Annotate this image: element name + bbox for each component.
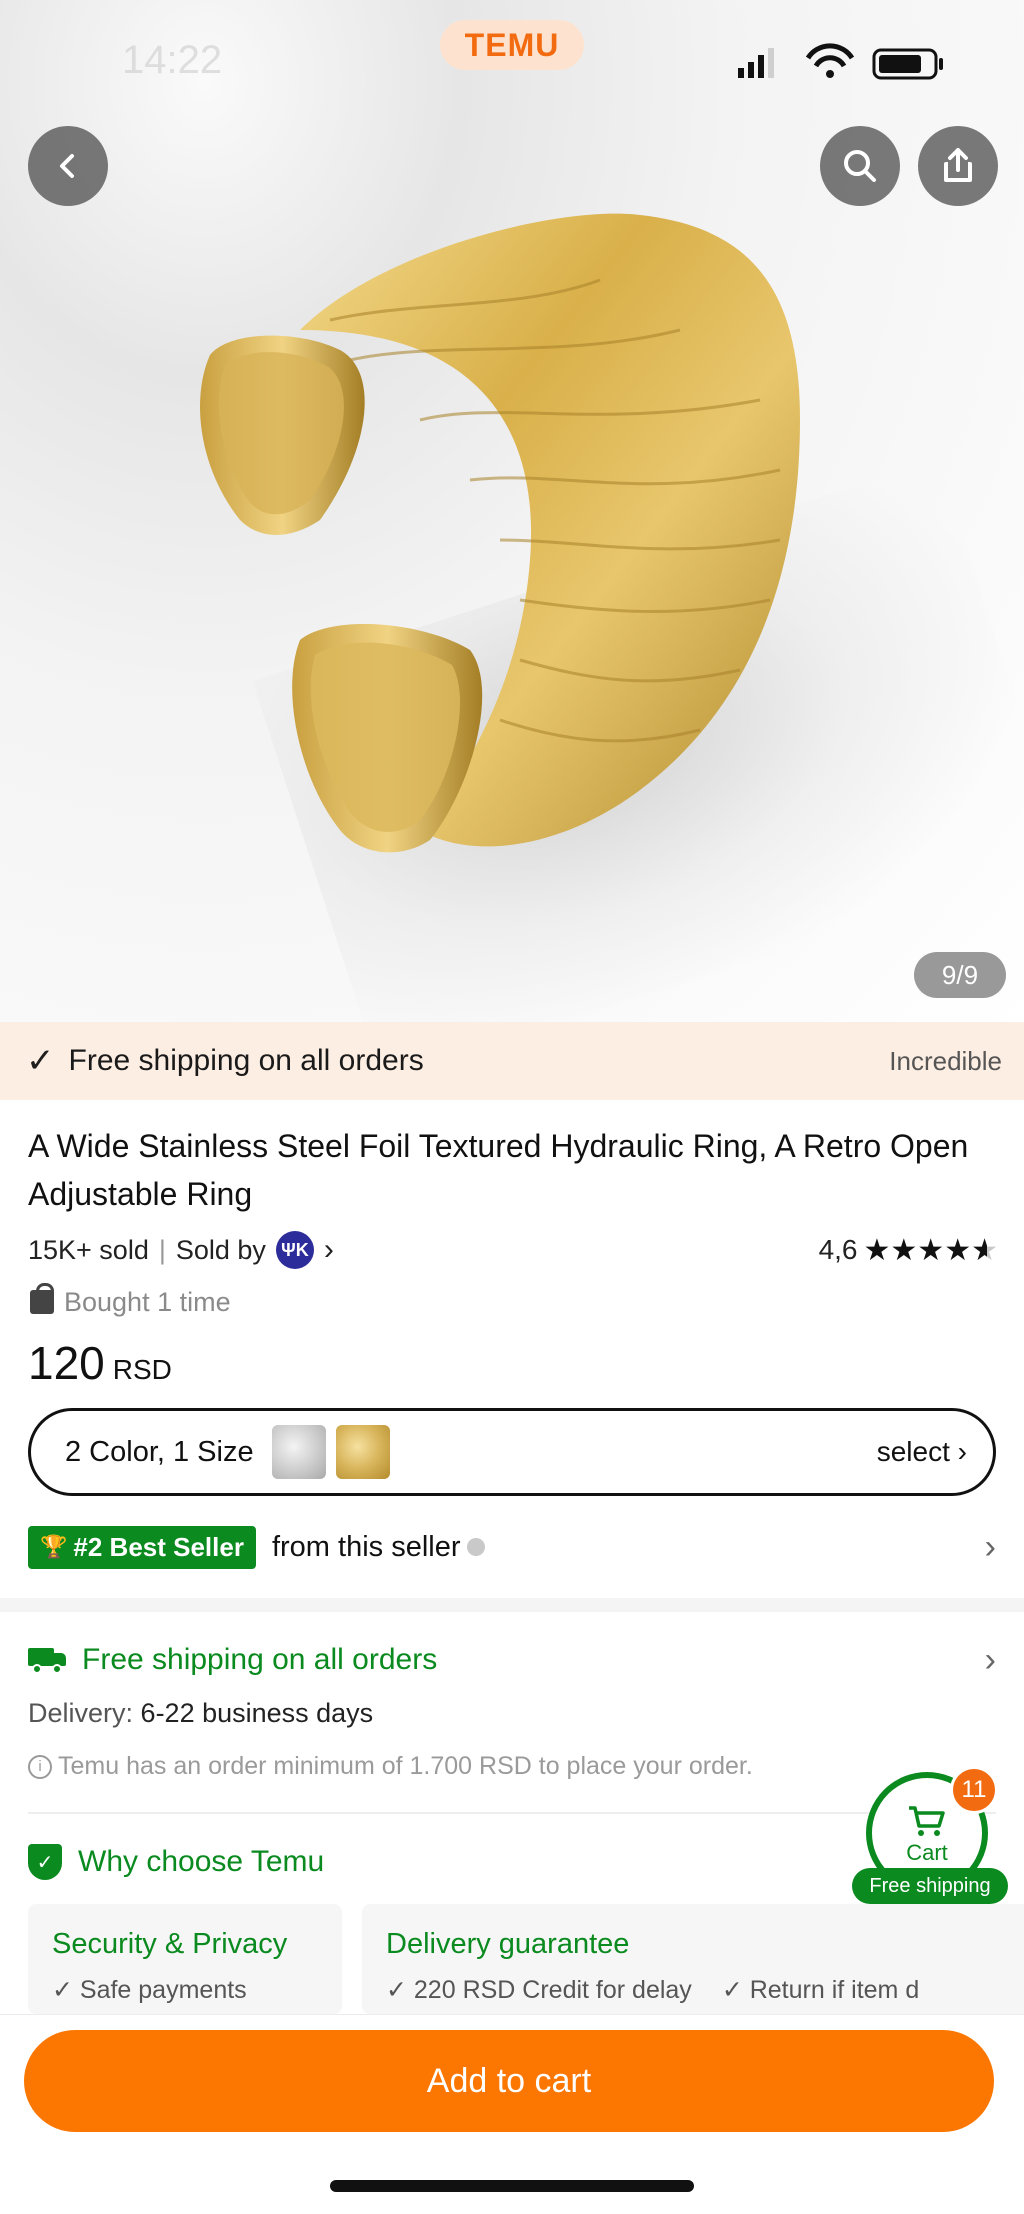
best-seller-badge: 🏆 #2 Best Seller bbox=[28, 1525, 256, 1569]
seller-avatar: ΨΚ bbox=[275, 1231, 314, 1269]
search-icon bbox=[844, 150, 876, 182]
card-item: ✓ 220 RSD Credit for delay ✓ Return if it… bbox=[386, 1976, 920, 2004]
temu-brand-pill: TEMU bbox=[440, 20, 584, 70]
delivery-value: 6-22 business days bbox=[140, 1698, 374, 1728]
gallery-counter: 9/9 bbox=[914, 952, 1006, 998]
free-shipping-banner: ✓ Free shipping on all orders Incredible bbox=[0, 1022, 1024, 1100]
from-seller-text: from this seller bbox=[271, 1530, 461, 1563]
search-button[interactable] bbox=[820, 126, 900, 206]
bestseller-row[interactable]: 🏆 #2 Best Seller from this seller › bbox=[28, 1524, 996, 1570]
info-icon: i bbox=[28, 1754, 52, 1779]
product-title: A Wide Stainless Steel Foil Textured Hyd… bbox=[28, 1128, 969, 1212]
chevron-right-icon: › bbox=[323, 1233, 334, 1266]
back-icon bbox=[60, 154, 74, 178]
sold-by-label: Sold by bbox=[175, 1234, 266, 1265]
cart-count-badge: 11 bbox=[950, 1766, 998, 1814]
security-privacy-card[interactable]: Security & Privacy ✓ Safe payments bbox=[28, 1904, 342, 2014]
variant-select-label: select › bbox=[876, 1436, 967, 1467]
rating-stars: ★★★★★ bbox=[863, 1233, 998, 1267]
shipping-title: Free shipping on all orders bbox=[82, 1643, 438, 1676]
section-divider bbox=[0, 1598, 1024, 1612]
bought-text: Bought 1 time bbox=[64, 1286, 231, 1317]
delivery-estimate: Delivery: 6-22 business days bbox=[28, 1698, 373, 1729]
share-icon bbox=[944, 148, 972, 182]
truck-icon bbox=[28, 1646, 68, 1674]
why-choose-title: Why choose Temu bbox=[78, 1845, 325, 1878]
share-button[interactable] bbox=[918, 126, 998, 206]
product-image-gallery[interactable]: 14:22 TEMU 9/9 bbox=[0, 0, 1024, 1022]
divider-line bbox=[28, 1812, 996, 1814]
shipping-banner-text: Free shipping on all orders bbox=[68, 1044, 424, 1077]
half-star-icon: ★ bbox=[971, 1233, 998, 1267]
rating-value: 4,6 bbox=[818, 1234, 858, 1265]
card-item: ✓ Safe payments bbox=[52, 1976, 247, 2004]
variant-selector[interactable]: 2 Color, 1 Size select › bbox=[28, 1408, 996, 1496]
info-icon[interactable] bbox=[466, 1538, 485, 1556]
shipping-info-row[interactable]: Free shipping on all orders › bbox=[28, 1636, 996, 1684]
home-indicator bbox=[330, 2180, 694, 2192]
product-price: 120 RSD bbox=[28, 1336, 172, 1390]
sold-count: 15K+ sold bbox=[28, 1234, 149, 1265]
trophy-icon: 🏆 bbox=[40, 1534, 68, 1559]
add-to-cart-button[interactable]: Add to cart bbox=[24, 2030, 994, 2132]
order-minimum-text: Temu has an order minimum of 1.700 RSD t… bbox=[58, 1752, 753, 1780]
delivery-guarantee-card[interactable]: Delivery guarantee ✓ 220 RSD Credit for … bbox=[362, 1904, 1024, 2014]
variant-summary: 2 Color, 1 Size bbox=[65, 1435, 254, 1468]
card-heading: Delivery guarantee bbox=[386, 1928, 630, 1960]
best-seller-label: #2 Best Seller bbox=[73, 1531, 244, 1562]
price-amount: 120 bbox=[28, 1337, 105, 1389]
status-time: 14:22 bbox=[122, 38, 223, 82]
shield-icon: ✓ bbox=[28, 1844, 62, 1880]
cart-label: Cart bbox=[906, 1840, 948, 1865]
delivery-label: Delivery: bbox=[28, 1698, 134, 1728]
cart-icon bbox=[909, 1806, 945, 1836]
banner-tag: Incredible bbox=[889, 1045, 1002, 1076]
status-icons bbox=[738, 43, 943, 80]
back-button[interactable] bbox=[28, 126, 108, 206]
cart-free-shipping-tag: Free shipping bbox=[852, 1868, 1008, 1904]
bought-indicator: Bought 1 time bbox=[30, 1282, 231, 1322]
price-currency: RSD bbox=[112, 1354, 172, 1385]
check-icon: ✓ bbox=[26, 1042, 55, 1080]
why-choose-row: ✓ Why choose Temu bbox=[28, 1838, 324, 1886]
sold-by-link[interactable]: Sold by ΨΚ › bbox=[176, 1231, 334, 1269]
chevron-right-icon: › bbox=[984, 1527, 996, 1566]
chevron-right-icon: › bbox=[984, 1640, 996, 1679]
bag-icon bbox=[30, 1283, 54, 1314]
meta-separator: | bbox=[158, 1234, 166, 1265]
sales-meta-row: 15K+ sold | Sold by ΨΚ › 4,6 ★★★★★ bbox=[28, 1228, 998, 1272]
variant-thumb-silver bbox=[271, 1425, 326, 1479]
order-minimum-notice: i Temu has an order minimum of 1.700 RSD… bbox=[28, 1752, 753, 1781]
card-heading: Security & Privacy bbox=[52, 1928, 288, 1960]
product-rating[interactable]: 4,6 ★★★★★ bbox=[819, 1233, 998, 1268]
variant-thumb-gold bbox=[335, 1425, 390, 1479]
